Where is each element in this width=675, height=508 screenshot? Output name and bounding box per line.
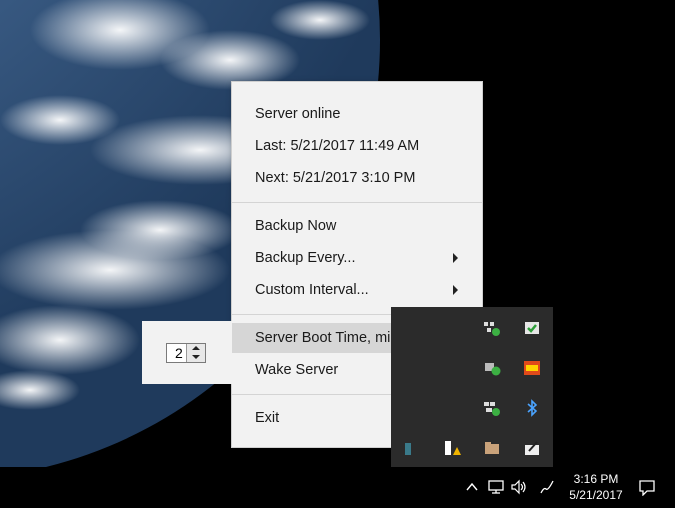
tray-overflow-panel (391, 307, 553, 467)
pen-tray-icon[interactable] (523, 439, 541, 457)
boot-minutes-stepper[interactable]: 2 (166, 343, 206, 363)
submenu-arrow-icon (453, 285, 458, 295)
app-tray-icon[interactable] (403, 439, 421, 457)
bluetooth-tray-icon[interactable] (523, 399, 541, 417)
boot-time-submenu: 2 (142, 321, 232, 384)
taskbar: 3:16 PM 5/21/2017 (0, 467, 675, 508)
menu-separator (232, 202, 482, 203)
notifications-icon[interactable] (638, 479, 656, 496)
security-check-tray-icon[interactable] (523, 319, 541, 337)
sync-tray-icon[interactable] (483, 359, 501, 377)
folder-tray-icon[interactable] (483, 439, 501, 457)
volume-icon[interactable] (510, 479, 528, 495)
chevron-up-icon[interactable] (465, 481, 479, 493)
backup-every-item[interactable]: Backup Every... (232, 243, 482, 273)
next-backup-label: Next: 5/21/2017 3:10 PM (255, 170, 416, 186)
backup-now-item[interactable]: Backup Now (232, 211, 482, 241)
network-status-tray-icon[interactable] (483, 399, 501, 417)
custom-interval-label: Custom Interval... (255, 282, 369, 298)
network-tray-icon[interactable] (483, 319, 501, 337)
clock-time: 3:16 PM (573, 472, 619, 486)
stepper-buttons (186, 344, 205, 362)
submenu-arrow-icon (453, 253, 458, 263)
system-clock[interactable]: 3:16 PM 5/21/2017 (566, 471, 626, 503)
warning-tray-icon[interactable] (443, 439, 461, 457)
pen-ink-icon[interactable] (538, 479, 556, 495)
stepper-down-button[interactable] (187, 353, 205, 362)
server-status-label: Server online (255, 106, 341, 122)
last-backup-label: Last: 5/21/2017 11:49 AM (255, 138, 420, 154)
ccu-tray-icon[interactable] (523, 359, 541, 377)
boot-minutes-value[interactable]: 2 (175, 345, 183, 361)
backup-every-label: Backup Every... (255, 250, 356, 266)
clock-date: 5/21/2017 (569, 488, 623, 502)
custom-interval-item[interactable]: Custom Interval... (232, 275, 482, 305)
network-icon[interactable] (487, 479, 505, 495)
